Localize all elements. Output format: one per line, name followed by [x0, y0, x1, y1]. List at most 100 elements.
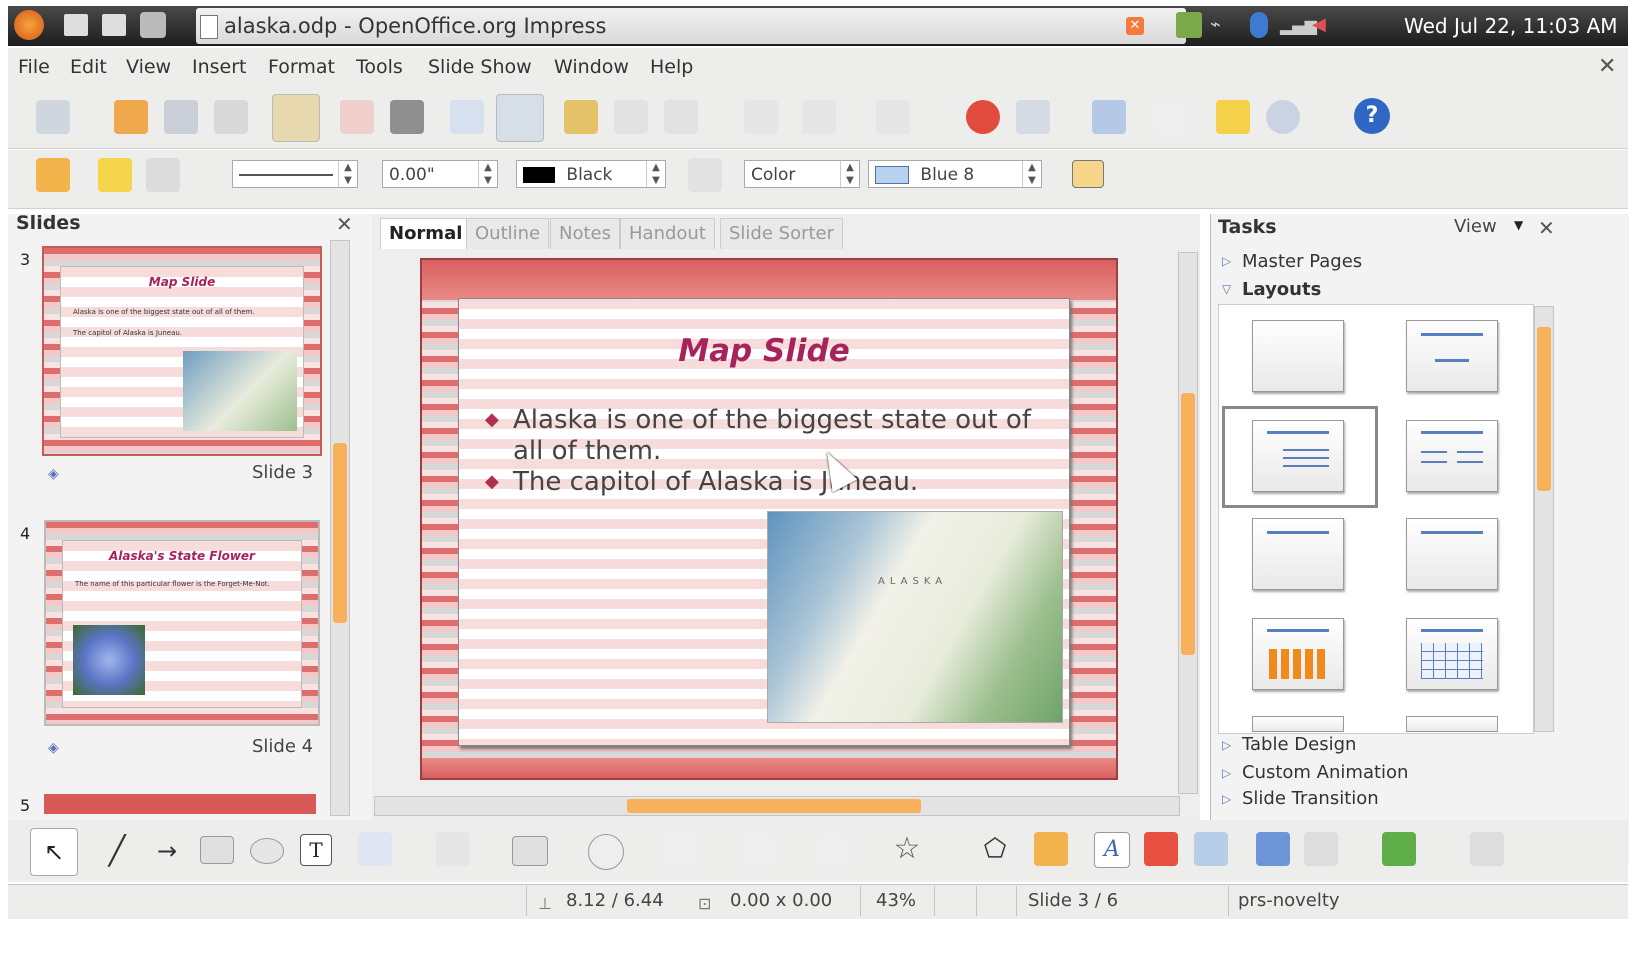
- cut-icon[interactable]: [564, 100, 598, 134]
- app-launcher-icon-3[interactable]: [140, 12, 166, 38]
- tab-normal[interactable]: Normal: [380, 218, 472, 249]
- help-icon[interactable]: ?: [1354, 98, 1390, 134]
- task-master-pages[interactable]: Master Pages: [1242, 251, 1362, 272]
- menu-edit[interactable]: Edit: [70, 56, 107, 78]
- app-launcher-icon[interactable]: [64, 14, 88, 36]
- tab-outline[interactable]: Outline: [466, 218, 550, 249]
- navigator-icon[interactable]: [1092, 100, 1126, 134]
- points-icon[interactable]: ⬠: [978, 832, 1012, 866]
- from-file-image-icon[interactable]: [1144, 832, 1178, 866]
- slide-thumbnail-5[interactable]: [44, 794, 316, 814]
- task-slide-transition[interactable]: Slide Transition: [1242, 788, 1379, 809]
- layout-partial-2[interactable]: [1406, 716, 1498, 732]
- slide-canvas[interactable]: Map Slide ◆ Alaska is one of the biggest…: [420, 258, 1118, 780]
- open-folder-icon[interactable]: [114, 100, 148, 134]
- curve-tool-icon[interactable]: [358, 832, 392, 866]
- slide-thumbnail-3[interactable]: Map Slide Alaska is one of the biggest s…: [42, 246, 322, 456]
- slide-bullet-2[interactable]: The capitol of Alaska is Juneau.: [513, 467, 1053, 498]
- undo-icon[interactable]: [802, 100, 836, 134]
- layout-title-only[interactable]: [1406, 518, 1498, 590]
- redo-icon[interactable]: [876, 100, 910, 134]
- zoom-icon[interactable]: [1266, 100, 1300, 134]
- slide-title[interactable]: Map Slide: [459, 333, 1069, 369]
- network-icon[interactable]: [1176, 12, 1202, 38]
- layout-title-two-content[interactable]: [1406, 420, 1498, 492]
- line-width-field[interactable]: 0.00" ▲ ▼: [382, 160, 498, 188]
- stars-icon[interactable]: ☆: [890, 832, 924, 866]
- tab-handout[interactable]: Handout: [620, 218, 715, 249]
- task-custom-animation[interactable]: Custom Animation: [1242, 762, 1408, 783]
- slides-scrollbar[interactable]: [330, 240, 350, 816]
- callouts-icon[interactable]: [816, 834, 850, 868]
- ellipse-tool-icon[interactable]: [250, 838, 284, 864]
- align-icon[interactable]: [1304, 832, 1338, 866]
- connector-tool-icon[interactable]: [436, 832, 470, 866]
- layout-title-top[interactable]: [1252, 518, 1344, 590]
- expand-icon-master-pages[interactable]: ▷: [1222, 254, 1231, 268]
- area-icon[interactable]: [688, 158, 722, 192]
- line-color-select[interactable]: Black ▲ ▼: [516, 160, 666, 188]
- menu-format[interactable]: Format: [268, 56, 335, 78]
- fontwork-icon[interactable]: A: [1094, 832, 1130, 868]
- gallery-icon[interactable]: [1216, 100, 1250, 134]
- main-vertical-scrollbar-thumb[interactable]: [1181, 393, 1195, 655]
- styles-icon[interactable]: [36, 158, 70, 192]
- menu-tools[interactable]: Tools: [356, 56, 403, 78]
- arrow-line-tool-icon[interactable]: →: [150, 834, 184, 868]
- arrange-icon[interactable]: [1382, 832, 1416, 866]
- ubuntu-logo-icon[interactable]: [14, 10, 44, 40]
- symbol-shapes-icon[interactable]: [588, 834, 624, 870]
- app-launcher-icon-2[interactable]: [102, 14, 126, 36]
- bluetooth-icon[interactable]: [1250, 12, 1268, 38]
- select-pointer-icon[interactable]: ↖: [30, 828, 78, 876]
- block-arrows-icon[interactable]: [664, 834, 698, 868]
- task-layouts[interactable]: Layouts: [1242, 279, 1321, 300]
- line-style-select[interactable]: ▲ ▼: [232, 160, 358, 188]
- print-icon[interactable]: [390, 100, 424, 134]
- main-horizontal-scrollbar[interactable]: [374, 796, 1180, 816]
- tab-slide-sorter[interactable]: Slide Sorter: [720, 218, 844, 249]
- gallery-toolbar-icon[interactable]: [1194, 832, 1228, 866]
- save-icon[interactable]: [164, 100, 198, 134]
- area-color-select[interactable]: Blue 8 ▲ ▼: [868, 160, 1042, 188]
- layout-title-table[interactable]: [1406, 618, 1498, 690]
- shadow-icon[interactable]: [1072, 160, 1104, 188]
- menu-file[interactable]: File: [18, 56, 50, 78]
- menu-help[interactable]: Help: [650, 56, 693, 78]
- spellcheck-icon[interactable]: [450, 100, 484, 134]
- task-table-design[interactable]: Table Design: [1242, 734, 1356, 755]
- slides-scrollbar-thumb[interactable]: [333, 443, 347, 623]
- paste-icon[interactable]: [664, 100, 698, 134]
- edit-mode-icon[interactable]: [272, 94, 320, 142]
- basic-shapes-icon[interactable]: [512, 836, 548, 866]
- menu-window[interactable]: Window: [554, 56, 629, 78]
- main-vertical-scrollbar[interactable]: [1178, 252, 1198, 794]
- collapse-icon-layouts[interactable]: ▽: [1222, 282, 1231, 296]
- chart-icon[interactable]: [966, 100, 1000, 134]
- expand-icon-slide-transition[interactable]: ▷: [1222, 792, 1231, 806]
- layout-title-content[interactable]: [1252, 420, 1344, 492]
- tasks-pane-close-icon[interactable]: ✕: [1538, 216, 1555, 240]
- text-tool-icon[interactable]: T: [300, 834, 332, 866]
- clone-formatting-icon[interactable]: [744, 100, 778, 134]
- 3d-objects-icon[interactable]: [1470, 832, 1504, 866]
- layout-title-chart[interactable]: [1252, 618, 1344, 690]
- rectangle-tool-icon[interactable]: [200, 836, 234, 864]
- main-horizontal-scrollbar-thumb[interactable]: [627, 799, 921, 813]
- layouts-scrollbar[interactable]: [1534, 306, 1554, 732]
- expand-icon-table-design[interactable]: ▷: [1222, 738, 1231, 752]
- slide-thumbnail-4[interactable]: Alaska's State Flower The name of this p…: [44, 520, 320, 726]
- layout-blank[interactable]: [1252, 320, 1344, 392]
- layout-title-only-centered[interactable]: [1406, 320, 1498, 392]
- line-icon[interactable]: [98, 158, 132, 192]
- table-icon[interactable]: [1016, 100, 1050, 134]
- clock[interactable]: Wed Jul 22, 11:03 AM: [1404, 14, 1618, 38]
- close-document-icon[interactable]: ✕: [1598, 54, 1616, 79]
- email-icon[interactable]: [214, 100, 248, 134]
- volume-icon[interactable]: ◀: [1312, 14, 1336, 36]
- signal-icon[interactable]: ▂▄▆: [1280, 16, 1317, 36]
- expand-icon-custom-animation[interactable]: ▷: [1222, 766, 1231, 780]
- extrusion-icon[interactable]: [1256, 832, 1290, 866]
- new-document-icon[interactable]: [36, 100, 70, 134]
- slide-bullet-1[interactable]: Alaska is one of the biggest state out o…: [513, 405, 1053, 467]
